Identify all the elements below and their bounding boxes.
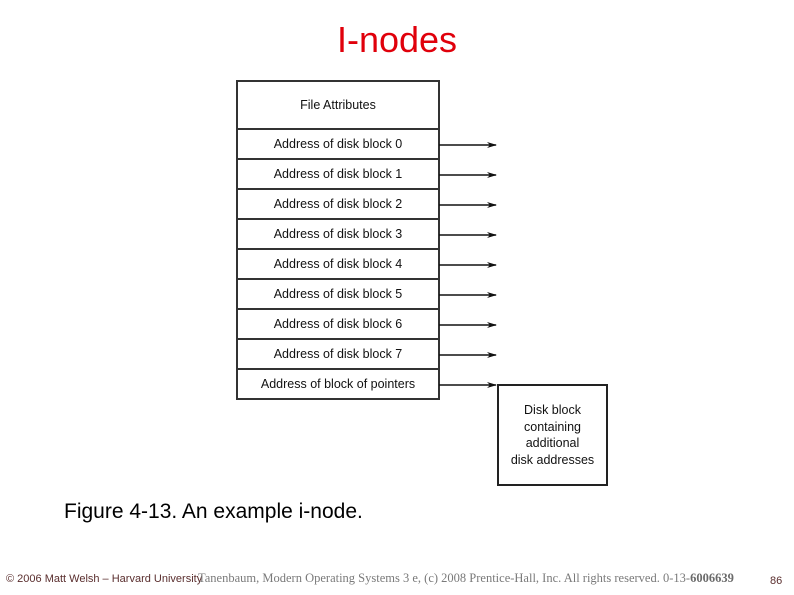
figure-caption: Figure 4-13. An example i-node. bbox=[64, 500, 363, 523]
indirect-block-line: disk addresses bbox=[510, 452, 595, 467]
inode-file-attributes: File Attributes bbox=[238, 82, 438, 130]
page-number: 86 bbox=[770, 575, 783, 587]
indirect-disk-block: Disk block containing additional disk ad… bbox=[497, 384, 608, 486]
inode-row-disk-block-4: Address of disk block 4 bbox=[238, 250, 438, 280]
indirect-block-line: Disk block bbox=[524, 403, 581, 417]
inode-row-disk-block-7: Address of disk block 7 bbox=[238, 340, 438, 370]
inode-row-disk-block-6: Address of disk block 6 bbox=[238, 310, 438, 340]
inode-row-disk-block-2: Address of disk block 2 bbox=[238, 190, 438, 220]
inode-row-disk-block-0: Address of disk block 0 bbox=[238, 130, 438, 160]
inode-table: File Attributes Address of disk block 0 … bbox=[236, 80, 440, 400]
inode-row-block-of-pointers: Address of block of pointers bbox=[238, 370, 438, 400]
inode-row-disk-block-3: Address of disk block 3 bbox=[238, 220, 438, 250]
inode-row-disk-block-5: Address of disk block 5 bbox=[238, 280, 438, 310]
indirect-block-line: additional bbox=[525, 436, 580, 450]
footer-copyright: © 2006 Matt Welsh – Harvard University bbox=[6, 573, 203, 585]
footer-book-credit-text: Tanenbaum, Modern Operating Systems 3 e,… bbox=[198, 571, 691, 585]
inode-row-disk-block-1: Address of disk block 1 bbox=[238, 160, 438, 190]
slide-title: I-nodes bbox=[336, 19, 458, 60]
footer-book-credit: Tanenbaum, Modern Operating Systems 3 e,… bbox=[198, 571, 734, 586]
footer-isbn: 6006639 bbox=[690, 571, 734, 585]
indirect-block-line: containing bbox=[524, 419, 581, 434]
